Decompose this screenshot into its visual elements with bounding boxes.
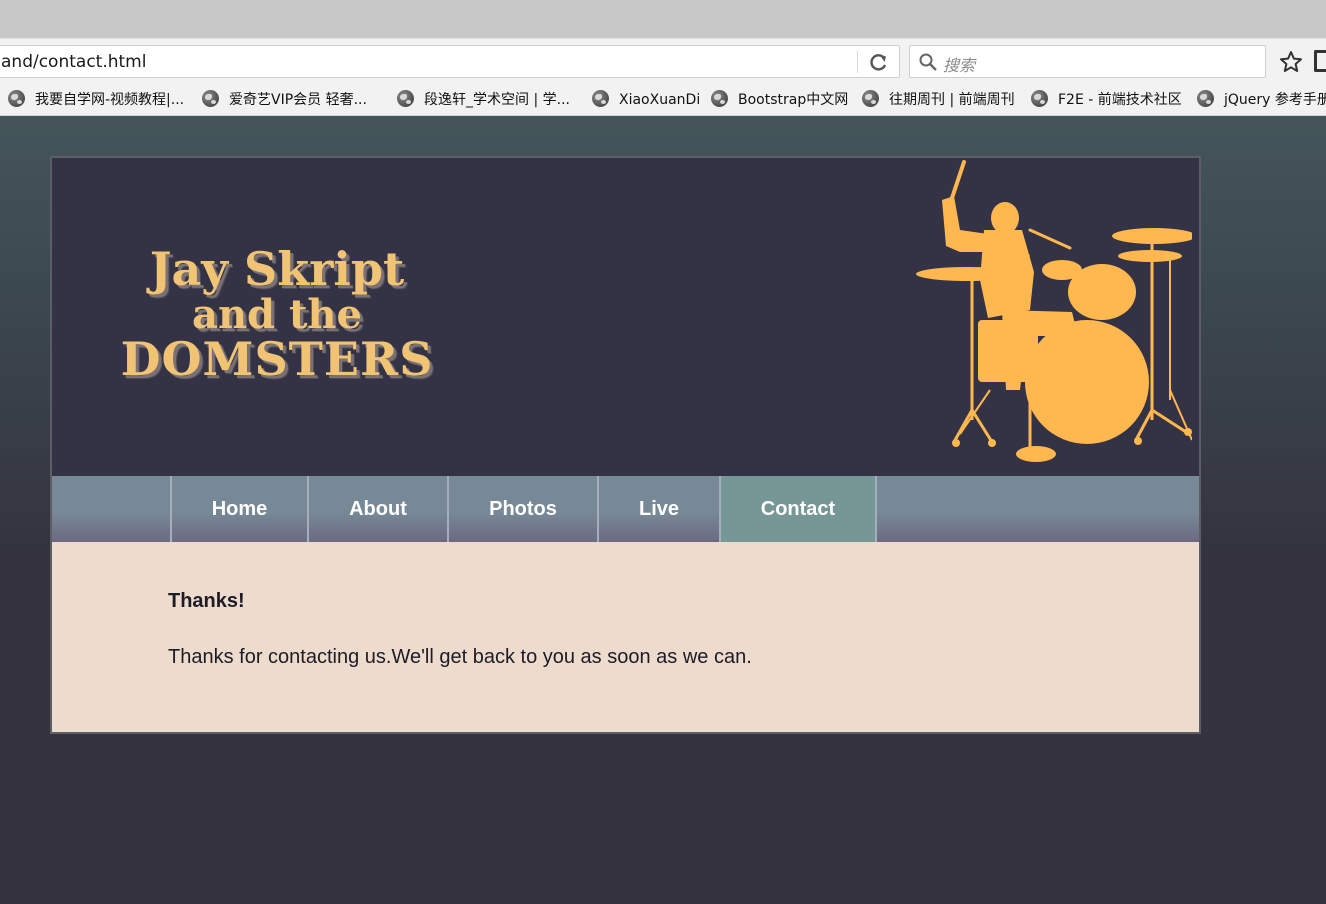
search-placeholder[interactable]: 搜索	[943, 52, 975, 76]
main-content: Thanks! Thanks for contacting us.We'll g…	[52, 542, 1199, 732]
thank-you-message: Thanks for contacting us.We'll get back …	[168, 646, 752, 668]
nav-item-contact[interactable]: Contact	[719, 476, 877, 542]
window-titlebar	[0, 0, 1326, 38]
nav-item-home[interactable]: Home	[170, 476, 307, 542]
bookmark-item[interactable]: 往期周刊 | 前端周刊	[862, 90, 1015, 110]
nav-item-photos[interactable]: Photos	[447, 476, 597, 542]
bookmark-label: 爱奇艺VIP会员 轻奢...	[229, 92, 367, 108]
bookmark-label: jQuery 参考手册	[1224, 92, 1326, 108]
overflow-menu-icon[interactable]	[1314, 50, 1326, 72]
globe-icon	[1197, 90, 1214, 107]
globe-icon	[397, 90, 414, 107]
site-header: Jay Skript and the DOMSTERS	[52, 158, 1199, 476]
address-bar-divider	[857, 51, 858, 73]
bookmark-label: XiaoXuanDi	[619, 92, 701, 108]
bookmark-label: 我要自学网-视频教程|...	[35, 92, 185, 108]
logo-line-1: Jay Skript	[149, 242, 405, 296]
address-bar-url[interactable]: and/contact.html	[1, 52, 146, 72]
bookmark-label: F2E - 前端技术社区	[1058, 92, 1182, 108]
bookmark-star-icon[interactable]	[1279, 50, 1303, 74]
logo-line-3: DOMSTERS	[120, 332, 434, 386]
address-bar[interactable]: and/contact.html	[0, 45, 900, 78]
logo-line-2: and the	[192, 291, 362, 338]
search-icon	[919, 53, 937, 71]
reload-icon[interactable]	[866, 50, 892, 74]
drummer-silhouette-icon	[916, 160, 1192, 462]
bookmark-item[interactable]: 爱奇艺VIP会员 轻奢...	[202, 90, 367, 110]
bookmarks-bar: 我要自学网-视频教程|... 爱奇艺VIP会员 轻奢... 段逸轩_学术空间 |…	[0, 84, 1326, 116]
page-title: Thanks!	[168, 590, 245, 612]
page-viewport: Jay Skript and the DOMSTERS Home About P…	[0, 116, 1326, 904]
bookmark-item[interactable]: jQuery 参考手册	[1197, 90, 1326, 110]
bookmark-item[interactable]: 我要自学网-视频教程|...	[8, 90, 184, 110]
globe-icon	[1031, 90, 1048, 107]
band-logo[interactable]: Jay Skript and the DOMSTERS	[97, 243, 457, 393]
main-navigation: Home About Photos Live Contact	[52, 476, 1199, 542]
bookmark-item[interactable]: 段逸轩_学术空间 | 学...	[397, 90, 570, 110]
bookmark-label: 段逸轩_学术空间 | 学...	[424, 92, 570, 108]
browser-toolbar: and/contact.html 搜索	[0, 38, 1326, 84]
nav-item-about[interactable]: About	[307, 476, 447, 542]
site-wrapper: Jay Skript and the DOMSTERS Home About P…	[50, 156, 1201, 734]
globe-icon	[862, 90, 879, 107]
bookmark-label: Bootstrap中文网	[738, 92, 849, 108]
globe-icon	[202, 90, 219, 107]
bookmark-item[interactable]: XiaoXuanDi	[592, 90, 700, 110]
bookmark-item[interactable]: F2E - 前端技术社区	[1031, 90, 1182, 110]
globe-icon	[711, 90, 728, 107]
bookmark-item[interactable]: Bootstrap中文网	[711, 90, 848, 110]
nav-item-live[interactable]: Live	[597, 476, 719, 542]
globe-icon	[8, 90, 25, 107]
globe-icon	[592, 90, 609, 107]
search-bar[interactable]: 搜索	[909, 45, 1266, 78]
bookmark-label: 往期周刊 | 前端周刊	[889, 92, 1015, 108]
